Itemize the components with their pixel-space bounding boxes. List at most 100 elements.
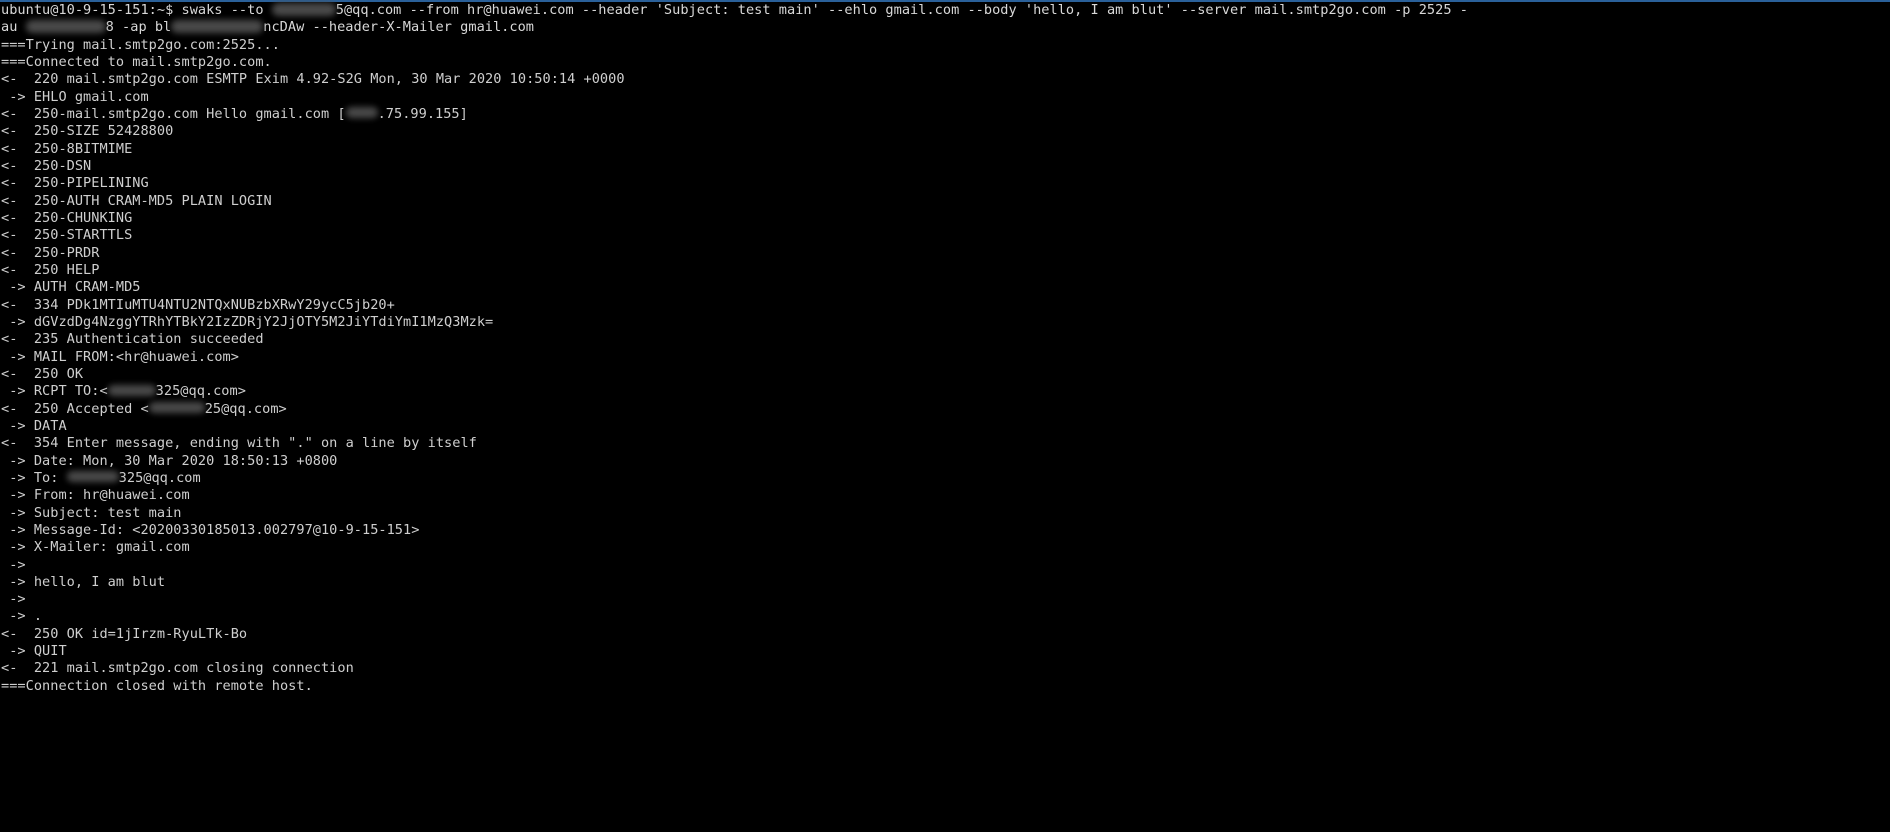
log-line: <- 250-PIPELINING (0, 175, 1890, 192)
redacted-text (66, 471, 119, 483)
log-line-text: X-Mailer: gmail.com (25, 539, 190, 556)
log-direction-tag: <- (1, 365, 26, 382)
log-line: <- 334 PDk1MTIuMTU4NTU2NTQxNUBzbXRwY29yc… (0, 297, 1890, 314)
log-line-text: QUIT (25, 643, 67, 660)
log-line: -> To: 325@qq.com (0, 470, 1890, 487)
command-line1-rest: --from hr@huawei.com --header 'Subject: … (401, 2, 1468, 18)
log-line-text: Subject: test main (25, 504, 182, 521)
terminal-screen[interactable]: ubuntu@10-9-15-151:~$ swaks --to 5@qq.co… (0, 2, 1890, 695)
redacted-text (148, 402, 205, 414)
log-direction-tag: === (1, 53, 26, 70)
log-line: -> (0, 557, 1890, 574)
log-line: -> QUIT (0, 643, 1890, 660)
redacted-text (345, 107, 378, 119)
command-line-1: ubuntu@10-9-15-151:~$ swaks --to 5@qq.co… (0, 2, 1890, 19)
log-line-text: From: hr@huawei.com (25, 487, 190, 504)
log-line-text: Connected to mail.smtp2go.com. (25, 53, 272, 70)
log-line: -> . (0, 608, 1890, 625)
log-line-text: 250 OK id=1jIrzm-RyuLTk-Bo (25, 625, 248, 642)
log-line-text: Date: Mon, 30 Mar 2020 18:50:13 +0800 (25, 452, 338, 469)
log-direction-tag: <- (1, 660, 26, 677)
log-line-text: dGVzdDg4NzggYTRhYTBkY2IzZDRjY2JjOTY5M2Ji… (25, 313, 494, 330)
log-direction-tag: -> (1, 279, 26, 296)
log-direction-tag: <- (1, 157, 26, 174)
log-direction-tag: <- (1, 331, 26, 348)
log-direction-tag: <- (1, 261, 26, 278)
log-direction-tag: -> (1, 591, 26, 608)
log-direction-tag: -> (1, 469, 26, 486)
log-line-text-tail: 25@qq.com> (204, 400, 287, 417)
log-direction-tag: -> (1, 539, 26, 556)
log-line-text: 334 PDk1MTIuMTU4NTU2NTQxNUBzbXRwY29ycC5j… (25, 296, 395, 313)
log-line: <- 221 mail.smtp2go.com closing connecti… (0, 660, 1890, 677)
log-line: -> EHLO gmail.com (0, 89, 1890, 106)
log-line: <- 250-mail.smtp2go.com Hello gmail.com … (0, 106, 1890, 123)
log-line: <- 220 mail.smtp2go.com ESMTP Exim 4.92-… (0, 71, 1890, 88)
redacted-auth-password (171, 19, 264, 33)
log-direction-tag: -> (1, 504, 26, 521)
command-auth-mid: 8 -ap bl (105, 19, 172, 36)
log-direction-tag: <- (1, 105, 26, 122)
log-line-text: 250-8BITMIME (25, 140, 133, 157)
log-direction-tag: -> (1, 88, 26, 105)
log-line-text: Trying mail.smtp2go.com:2525... (25, 36, 280, 53)
log-direction-tag: <- (1, 227, 26, 244)
log-line-text: 250-mail.smtp2go.com Hello gmail.com [ (25, 105, 346, 122)
log-line: -> From: hr@huawei.com (0, 487, 1890, 504)
log-line-text-tail: 325@qq.com> (155, 383, 246, 400)
log-direction-tag: === (1, 677, 26, 694)
log-line-text: EHLO gmail.com (25, 88, 149, 105)
log-direction-tag: -> (1, 573, 26, 590)
log-line: <- 250 Accepted < 25@qq.com> (0, 401, 1890, 418)
log-line: ===Trying mail.smtp2go.com:2525... (0, 37, 1890, 54)
log-line: ===Connection closed with remote host. (0, 678, 1890, 695)
log-direction-tag: -> (1, 452, 26, 469)
log-direction-tag: <- (1, 625, 26, 642)
log-line: <- 250-PRDR (0, 245, 1890, 262)
log-direction-tag: <- (1, 140, 26, 157)
log-direction-tag: <- (1, 400, 26, 417)
log-direction-tag: -> (1, 348, 26, 365)
command-to-suffix: 5@qq.com (335, 2, 402, 18)
log-direction-tag: <- (1, 435, 26, 452)
log-line: <- 250-SIZE 52428800 (0, 123, 1890, 140)
log-line: -> hello, I am blut (0, 574, 1890, 591)
log-direction-tag: <- (1, 123, 26, 140)
log-direction-tag: <- (1, 209, 26, 226)
log-line: -> MAIL FROM:<hr@huawei.com> (0, 349, 1890, 366)
log-line: <- 250-CHUNKING (0, 210, 1890, 227)
log-line-text: 235 Authentication succeeded (25, 331, 264, 348)
log-direction-tag: <- (1, 244, 26, 261)
log-line: -> AUTH CRAM-MD5 (0, 279, 1890, 296)
redacted-recipient-1 (271, 2, 336, 16)
log-line-text: 250-PRDR (25, 244, 100, 261)
log-line-text: 250-STARTTLS (25, 227, 133, 244)
log-line-text: 220 mail.smtp2go.com ESMTP Exim 4.92-S2G… (25, 71, 625, 88)
log-direction-tag: -> (1, 487, 26, 504)
log-line-text: 250-DSN (25, 157, 92, 174)
log-line: <- 354 Enter message, ending with "." on… (0, 435, 1890, 452)
log-line: <- 250 OK (0, 366, 1890, 383)
log-direction-tag: -> (1, 383, 26, 400)
log-line-text: 354 Enter message, ending with "." on a … (25, 435, 477, 452)
log-line: <- 250-8BITMIME (0, 141, 1890, 158)
log-line-text: RCPT TO:< (25, 383, 108, 400)
log-line-text-tail: .75.99.155] (377, 105, 468, 122)
log-line-text-tail: 325@qq.com (118, 469, 201, 486)
log-line-text: hello, I am blut (25, 573, 166, 590)
log-line-text: 250-SIZE 52428800 (25, 123, 174, 140)
log-line-text: MAIL FROM:<hr@huawei.com> (25, 348, 239, 365)
log-line: -> Date: Mon, 30 Mar 2020 18:50:13 +0800 (0, 453, 1890, 470)
log-line: <- 250-STARTTLS (0, 227, 1890, 244)
log-line: -> Message-Id: <20200330185013.002797@10… (0, 522, 1890, 539)
log-direction-tag: -> (1, 643, 26, 660)
log-line: -> X-Mailer: gmail.com (0, 539, 1890, 556)
log-line-text: 250-CHUNKING (25, 209, 133, 226)
terminal-window[interactable]: ubuntu@10-9-15-151:~$ swaks --to 5@qq.co… (0, 0, 1890, 832)
log-line-text: 250 HELP (25, 261, 100, 278)
log-direction-tag: -> (1, 521, 26, 538)
log-line: -> DATA (0, 418, 1890, 435)
log-direction-tag: <- (1, 71, 26, 88)
log-line-text: DATA (25, 417, 67, 434)
log-line-text: 250 Accepted < (25, 400, 149, 417)
